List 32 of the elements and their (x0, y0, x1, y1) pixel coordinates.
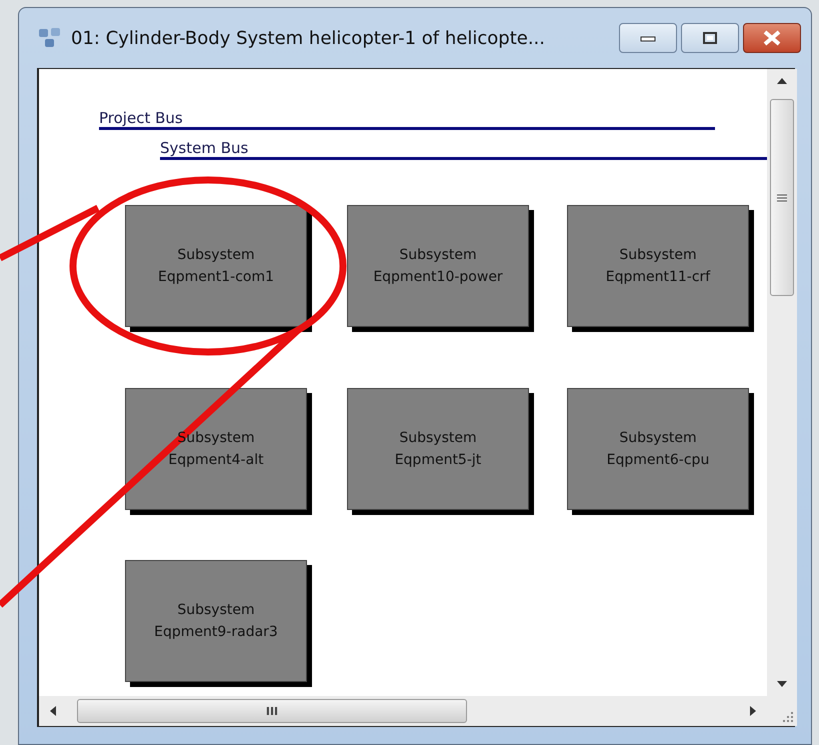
subsystem-label: Subsystem (399, 429, 477, 448)
resize-grip-icon[interactable] (780, 709, 794, 723)
scroll-left-icon[interactable] (49, 705, 57, 717)
scroll-up-icon[interactable] (776, 77, 788, 85)
minimize-button[interactable] (619, 23, 677, 53)
subsystem-label: Subsystem (619, 429, 697, 448)
subsystem-label: Eqpment6-cpu (606, 451, 710, 470)
close-icon (761, 30, 783, 46)
bus-label: System Bus (160, 139, 248, 157)
maximize-button[interactable] (681, 23, 739, 53)
subsystem-label: Subsystem (177, 246, 255, 265)
bus-label: Project Bus (99, 109, 183, 127)
scroll-thumb[interactable] (770, 99, 794, 296)
subsystem-label: Eqpment1-com1 (158, 268, 274, 287)
subsystem-label: Eqpment11-crf (606, 268, 710, 287)
subsystem-label: Eqpment4-alt (168, 451, 264, 470)
scroll-down-icon[interactable] (776, 680, 788, 688)
subsystem-label: Eqpment9-radar3 (154, 623, 278, 642)
subsystem-label: Subsystem (177, 601, 255, 620)
vertical-scrollbar[interactable] (767, 69, 797, 696)
close-button[interactable] (743, 23, 801, 53)
window-title: 01: Cylinder-Body System helicopter-1 of helicopte... (71, 28, 546, 48)
scroll-thumb[interactable]: III (77, 699, 467, 723)
subsystem-label: Eqpment5-jt (394, 451, 482, 470)
grip-icon (777, 194, 787, 202)
scroll-right-icon[interactable] (749, 705, 757, 717)
grip-icon: III (266, 704, 278, 718)
horizontal-scrollbar[interactable]: III (39, 696, 767, 726)
subsystem-label: Eqpment10-power (373, 268, 503, 287)
subsystem-label: Subsystem (619, 246, 697, 265)
subsystem-label: Subsystem (399, 246, 477, 265)
maximize-icon (700, 31, 720, 45)
